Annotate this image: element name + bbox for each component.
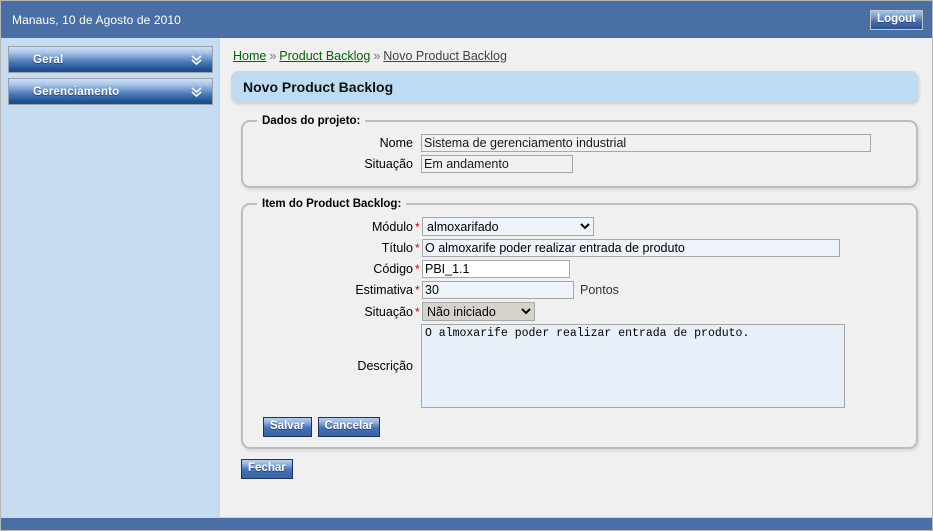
project-data-fieldset: Dados do projeto: Nome Situação [241, 115, 918, 188]
cancel-button[interactable]: Cancelar [317, 417, 381, 437]
logout-button[interactable]: Logout [870, 9, 923, 30]
close-button[interactable]: Fechar [241, 459, 293, 479]
breadcrumb-link-home[interactable]: Home [233, 49, 266, 63]
backlog-item-fieldset: Item do Product Backlog: Módulo * almoxa… [241, 198, 918, 449]
sidebar-item-geral[interactable]: Geral [8, 46, 213, 73]
sidebar-item-label: Gerenciamento [33, 85, 120, 98]
titulo-required-mark: * [415, 241, 420, 255]
modulo-required-mark: * [415, 219, 420, 234]
page-title: Novo Product Backlog [231, 71, 918, 102]
titulo-label: Título [381, 241, 413, 255]
descricao-label: Descrição [357, 359, 413, 373]
estimativa-unit-label: Pontos [580, 283, 619, 297]
project-data-legend: Dados do projeto: [262, 115, 361, 127]
modulo-select[interactable]: almoxarifado [422, 217, 594, 236]
situacao-item-label: Situação [364, 304, 413, 319]
field-row-modulo: Módulo * almoxarifado [253, 217, 906, 236]
field-row-codigo: Código * [253, 260, 906, 278]
field-row-estimativa: Estimativa * Pontos [253, 281, 906, 299]
field-row-situacao-projeto: Situação [253, 155, 906, 173]
breadcrumb-current: Novo Product Backlog [383, 49, 507, 63]
breadcrumb-link-product-backlog[interactable]: Product Backlog [279, 49, 370, 63]
sidebar: Geral Gerenciamento [1, 38, 220, 517]
situacao-item-select[interactable]: Não iniciado [422, 302, 535, 321]
main-content: Home» Product Backlog» Novo Product Backlo… [220, 38, 932, 517]
nome-field[interactable] [421, 134, 871, 152]
situacao-projeto-field[interactable] [421, 155, 573, 173]
field-row-nome: Nome [253, 134, 906, 152]
breadcrumb: Home» Product Backlog» Novo Product Backlo… [233, 49, 918, 63]
codigo-input[interactable] [422, 260, 570, 278]
situacao-item-required-mark: * [415, 304, 420, 319]
close-button-row: Fechar [241, 459, 918, 479]
descricao-textarea[interactable]: O almoxarife poder realizar entrada de p… [421, 324, 845, 408]
footer-bar [1, 517, 932, 530]
codigo-label: Código [373, 262, 413, 276]
situacao-projeto-label: Situação [364, 157, 413, 171]
field-row-situacao-item: Situação * Não iniciado [253, 302, 906, 321]
estimativa-input[interactable] [422, 281, 574, 299]
top-header-bar: Manaus, 10 de Agosto de 2010 Logout [1, 1, 932, 38]
sidebar-item-label: Geral [33, 53, 64, 66]
form-action-buttons: Salvar Cancelar [263, 417, 906, 437]
nome-label: Nome [379, 136, 413, 150]
field-row-titulo: Título * [253, 239, 906, 257]
estimativa-required-mark: * [415, 283, 420, 297]
chevron-double-down-icon [191, 54, 202, 66]
titulo-input[interactable] [422, 239, 840, 257]
backlog-item-legend: Item do Product Backlog: [262, 198, 402, 210]
header-date-label: Manaus, 10 de Agosto de 2010 [12, 12, 181, 27]
codigo-required-mark: * [415, 262, 420, 276]
chevron-double-down-icon [191, 86, 202, 98]
field-row-descricao: Descrição O almoxarife poder realizar en… [253, 324, 906, 408]
save-button[interactable]: Salvar [263, 417, 312, 437]
breadcrumb-separator: » [373, 49, 381, 63]
sidebar-item-gerenciamento[interactable]: Gerenciamento [8, 78, 213, 105]
estimativa-label: Estimativa [355, 283, 413, 297]
application-window: Manaus, 10 de Agosto de 2010 Logout Gera… [0, 0, 933, 531]
breadcrumb-separator: » [269, 49, 277, 63]
modulo-label: Módulo [372, 219, 413, 234]
body-region: Geral Gerenciamento Home » Product Backl… [1, 38, 932, 517]
